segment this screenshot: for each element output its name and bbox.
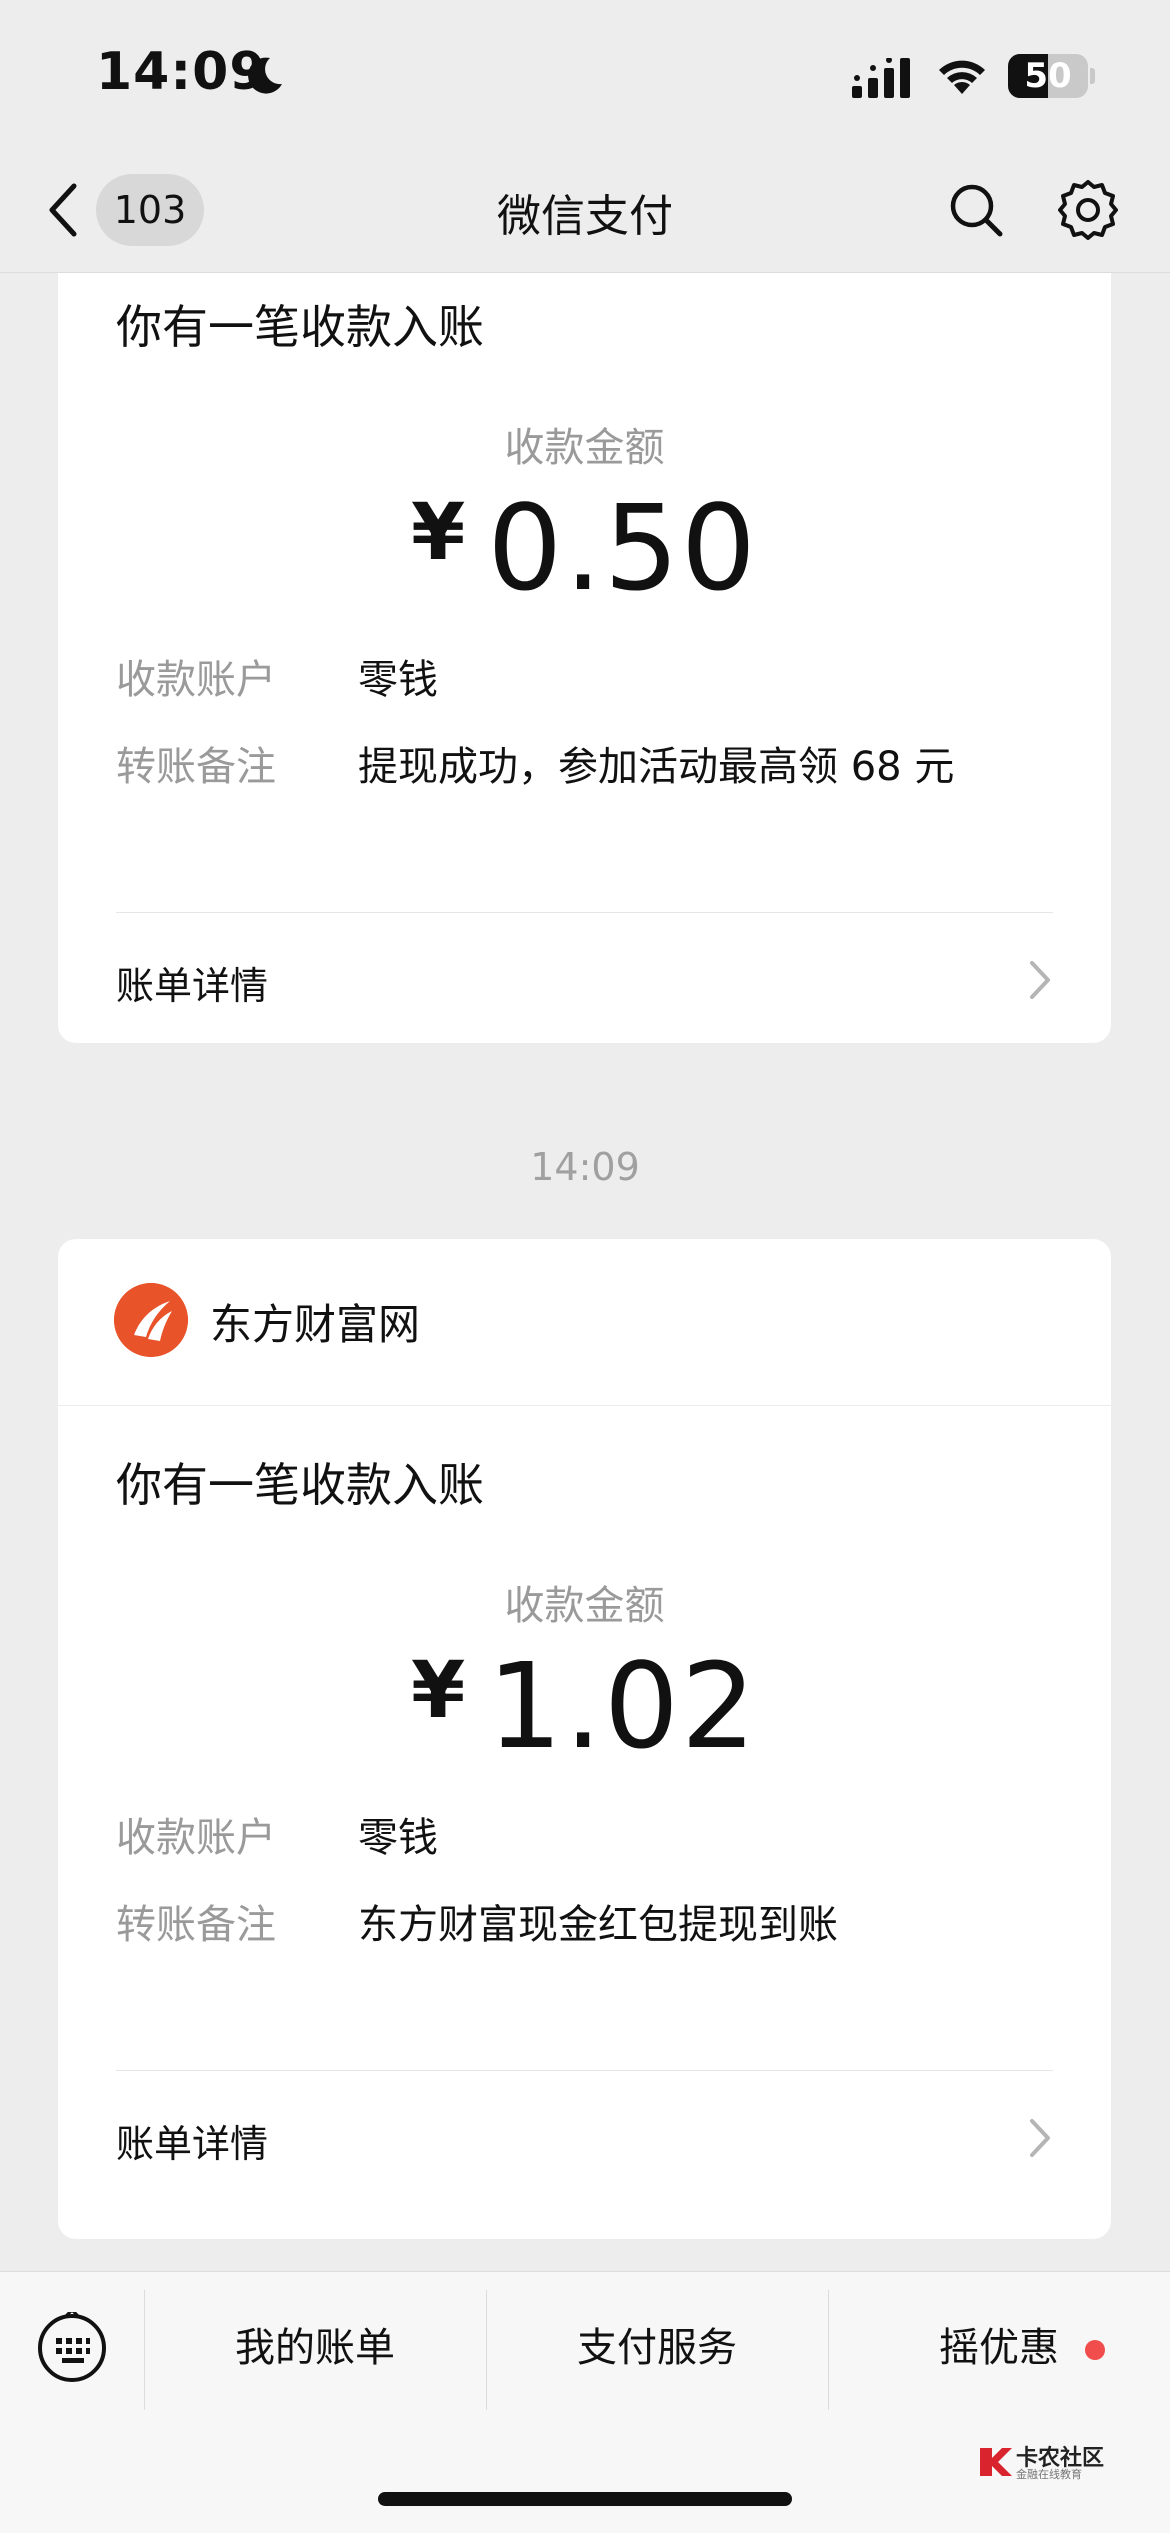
signal-icon — [852, 58, 910, 98]
battery-icon: 50 — [1008, 54, 1088, 98]
watermark: 卡农社区 金融在线教育 — [974, 2440, 1114, 2484]
watermark-logo-icon — [980, 2448, 1012, 2476]
merchant-name[interactable]: 东方财富网 — [210, 1291, 420, 1352]
keyboard-icon[interactable] — [36, 2312, 108, 2384]
status-bar: 14:09 50 — [0, 0, 1170, 150]
account-value: 零钱 — [358, 1815, 438, 1861]
nav-bar: 103 微信支付 — [0, 150, 1170, 273]
payment-card[interactable]: 你有一笔收款入账 收款金额 ¥0.50 收款账户 零钱 转账备注 提现成功，参加… — [58, 273, 1111, 1043]
chevron-right-icon[interactable] — [1027, 2117, 1053, 2159]
currency-symbol: ¥ — [410, 1646, 468, 1736]
divider — [116, 2070, 1053, 2071]
tab-shake-deals[interactable]: 摇优惠 — [829, 2312, 1169, 2384]
message-timestamp: 14:09 — [530, 1145, 640, 1189]
bill-details-link[interactable]: 账单详情 — [116, 2113, 268, 2168]
note-value: 东方财富现金红包提现到账 — [358, 1902, 838, 1948]
status-time: 14:09 — [96, 42, 267, 102]
note-label: 转账备注 — [116, 1902, 276, 1948]
payment-card[interactable]: 东方财富网 你有一笔收款入账 收款金额 ¥1.02 收款账户 零钱 转账备注 东… — [58, 1239, 1111, 2239]
amount-value: 1.02 — [487, 1637, 758, 1775]
search-icon[interactable] — [948, 182, 1004, 238]
amount: ¥0.50 — [58, 479, 1111, 617]
amount-label: 收款金额 — [504, 425, 665, 471]
amount-value: 0.50 — [487, 479, 758, 617]
wifi-icon — [939, 60, 985, 94]
chevron-right-icon[interactable] — [1027, 959, 1053, 1001]
bill-details-link[interactable]: 账单详情 — [116, 955, 268, 1010]
amount: ¥1.02 — [58, 1637, 1111, 1775]
card-heading: 你有一笔收款入账 — [116, 1458, 484, 1512]
account-label: 收款账户 — [116, 657, 276, 703]
merchant-logo-icon — [114, 1283, 188, 1357]
battery-tip — [1090, 68, 1095, 84]
card-heading: 你有一笔收款入账 — [116, 300, 484, 354]
account-value: 零钱 — [358, 657, 438, 703]
settings-icon[interactable] — [1056, 178, 1120, 242]
note-label: 转账备注 — [116, 744, 276, 790]
watermark-subtitle: 金融在线教育 — [1016, 2468, 1082, 2481]
moon-icon — [248, 57, 282, 94]
tab-payment-services[interactable]: 支付服务 — [487, 2312, 827, 2384]
battery-text: 50 — [1024, 56, 1072, 96]
notification-dot — [1085, 2340, 1105, 2360]
account-label: 收款账户 — [116, 1815, 276, 1861]
amount-label: 收款金额 — [504, 1583, 665, 1629]
currency-symbol: ¥ — [410, 488, 468, 578]
message-feed[interactable]: 你有一笔收款入账 收款金额 ¥0.50 收款账户 零钱 转账备注 提现成功，参加… — [0, 273, 1170, 2271]
header-divider — [58, 1405, 1111, 1406]
divider — [116, 912, 1053, 913]
home-indicator[interactable] — [378, 2492, 792, 2506]
tab-my-bills[interactable]: 我的账单 — [145, 2312, 485, 2384]
note-value: 提现成功，参加活动最高领 68 元 — [358, 744, 955, 790]
